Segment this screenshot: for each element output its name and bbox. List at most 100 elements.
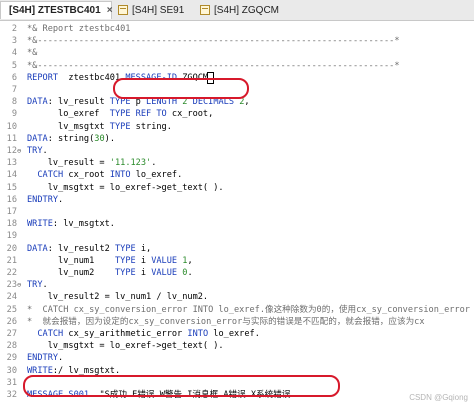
code-token: DATA	[27, 133, 48, 144]
code-line[interactable]: 16 ENDTRY.	[0, 194, 474, 206]
code-line[interactable]: 12 ⊖ TRY.	[0, 145, 474, 157]
code-token: WRITE	[27, 219, 53, 230]
line-number: 27	[6, 329, 17, 339]
code-token: i,	[135, 243, 152, 254]
line-number: 28	[6, 341, 17, 352]
code-token: i	[135, 268, 152, 278]
code-line[interactable]: 19	[0, 230, 474, 242]
code-token: VALUE	[151, 255, 178, 266]
code-token: .	[42, 146, 48, 156]
code-text: lv_msgtxt = lo_exref->get_text( ).	[27, 340, 224, 352]
code-token: lo_exref	[27, 109, 110, 120]
code-token: ).	[104, 133, 115, 144]
code-token: : string(	[47, 133, 95, 144]
code-line[interactable]: 2 *& Report ztestbc401	[0, 23, 474, 35]
code-token: .	[151, 158, 157, 169]
code-token: cx_sy_arithmetic_error	[63, 329, 188, 339]
tab-label: [S4H] ZGQCM	[214, 4, 280, 16]
code-token: .	[42, 280, 48, 291]
line-number: 29	[6, 353, 17, 364]
code-line[interactable]: 25 * CATCH cx_sy_conversion_error INTO lo…	[0, 304, 474, 316]
code-token: TYPE	[114, 243, 136, 254]
code-text: TRY.	[27, 145, 48, 157]
code-line[interactable]: 10 lv_msgtxt TYPE string.	[0, 121, 474, 133]
code-line[interactable]: 23 ⊖ TRY.	[0, 279, 474, 291]
fold-toggle-icon[interactable]: ⊖	[17, 279, 21, 291]
code-line[interactable]: 24 lv_result2 = lv_num1 / lv_num2.	[0, 291, 474, 303]
code-token: ENDTRY	[27, 194, 59, 205]
code-line[interactable]: 3 *&-------------------------------------…	[0, 35, 474, 47]
line-number: 12	[6, 146, 17, 156]
tab-label: [S4H] SE91	[132, 4, 185, 16]
code-line[interactable]: 17	[0, 206, 474, 218]
code-token: lv_result2 = lv_num1 / lv_num2.	[27, 292, 209, 303]
tab-ztestbc401[interactable]: [S4H] ZTESTBC401 ×	[0, 1, 113, 19]
code-line[interactable]: 13 lv_result = '11.123'.	[0, 157, 474, 169]
highlight-annotation-message-statement	[23, 375, 340, 397]
code-token: *&	[27, 48, 38, 59]
line-number: 9	[11, 109, 17, 120]
code-line[interactable]: 28 lv_msgtxt = lo_exref->get_text( ).	[0, 340, 474, 352]
code-line[interactable]: 21 lv_num1 TYPE i VALUE 1,	[0, 255, 474, 267]
highlight-annotation-message-id	[113, 78, 249, 99]
line-number: 17	[6, 207, 17, 217]
editor-tab-bar: [S4H] ZTESTBC401 × [S4H] SE91 [S4H] ZGQC…	[0, 0, 474, 21]
line-number: 3	[11, 36, 17, 47]
code-token: cx_root,	[166, 109, 214, 120]
code-line[interactable]: 4 *&	[0, 47, 474, 59]
code-text: *&	[27, 47, 37, 59]
code-line[interactable]: 14 CATCH cx_root INTO lo_exref.	[0, 169, 474, 181]
code-text: lo_exref TYPE REF TO cx_root,	[27, 108, 213, 120]
tab-label: [S4H] ZTESTBC401	[9, 5, 101, 16]
code-token: lv_msgtxt = lo_exref->get_text( ).	[27, 182, 224, 193]
code-line[interactable]: 27 CATCH cx_sy_arithmetic_error INTO lo_…	[0, 328, 474, 340]
code-line[interactable]: 26 * 就会报错，因为设定的cx_sy_conversion_error与实际的…	[0, 316, 474, 328]
fold-toggle-icon[interactable]: ⊖	[17, 145, 21, 157]
code-text: CATCH cx_root INTO lo_exref.	[27, 169, 182, 181]
code-token: : lv_result2	[47, 243, 115, 254]
line-number: 26	[6, 316, 17, 327]
code-line[interactable]: 18 WRITE: lv_msgtxt.	[0, 218, 474, 230]
line-number: 15	[6, 182, 17, 193]
code-text: *&--------------------------------------…	[27, 35, 400, 47]
code-token: INTO	[187, 329, 209, 339]
line-number: 14	[6, 170, 17, 181]
code-line[interactable]: 9 lo_exref TYPE REF TO cx_root,	[0, 108, 474, 120]
line-number: 20	[6, 243, 17, 254]
code-text: DATA: string(30).	[27, 133, 115, 145]
code-text: ENDTRY.	[27, 194, 63, 206]
code-token: cx_root	[63, 170, 110, 181]
line-number: 19	[6, 231, 17, 242]
code-token: *&--------------------------------------…	[27, 60, 400, 71]
close-icon[interactable]: ×	[107, 5, 113, 16]
code-text: WRITE: lv_msgtxt.	[27, 218, 115, 230]
tab-se91[interactable]: [S4H] SE91	[114, 1, 194, 19]
code-line[interactable]: 5 *&-------------------------------------…	[0, 60, 474, 72]
code-token: : lv_result	[47, 97, 110, 108]
code-token: VALUE	[151, 268, 178, 278]
code-text: DATA: lv_result2 TYPE i,	[27, 243, 151, 255]
code-token: DATA	[27, 243, 48, 254]
code-token: lo_exref.	[130, 170, 183, 181]
code-line[interactable]: 15 lv_msgtxt = lo_exref->get_text( ).	[0, 182, 474, 194]
message-class-icon	[118, 5, 128, 15]
code-line[interactable]: 11 DATA: string(30).	[0, 133, 474, 145]
line-number: 11	[6, 133, 17, 144]
code-token: * 就会报错，因为设定的cx_sy_conversion_error与实际的错误…	[27, 316, 425, 327]
code-token: CATCH	[37, 170, 64, 181]
code-line[interactable]: 22 lv_num2 TYPE i VALUE 0.	[0, 267, 474, 279]
code-token: TYPE REF TO	[109, 109, 167, 120]
code-token: .	[58, 353, 64, 364]
code-token: INTO	[109, 170, 131, 181]
code-text: * 就会报错，因为设定的cx_sy_conversion_error与实际的错误…	[27, 316, 425, 328]
code-token: DATA	[27, 97, 48, 108]
code-line[interactable]: 29 ENDTRY.	[0, 352, 474, 364]
line-number: 22	[6, 268, 17, 278]
tab-zgqcm[interactable]: [S4H] ZGQCM	[196, 1, 286, 19]
code-token: TRY	[27, 146, 43, 156]
code-token: lv_msgtxt	[27, 121, 110, 132]
code-line[interactable]: 20 DATA: lv_result2 TYPE i,	[0, 243, 474, 255]
code-text: lv_msgtxt = lo_exref->get_text( ).	[27, 182, 224, 194]
